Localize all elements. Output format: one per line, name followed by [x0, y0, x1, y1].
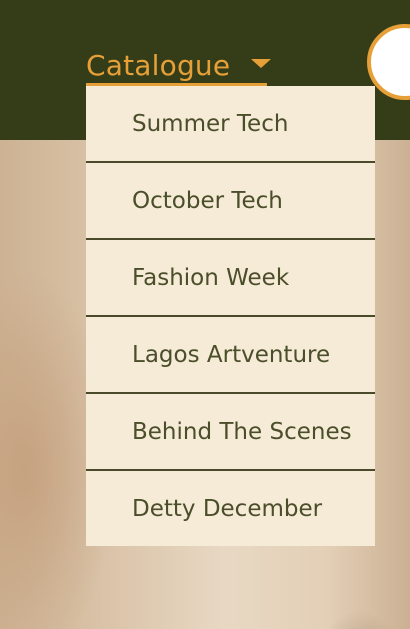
dropdown-item-detty-december[interactable]: Detty December — [86, 471, 375, 546]
catalogue-nav-label: Catalogue — [86, 49, 231, 82]
catalogue-dropdown-menu: Summer Tech October Tech Fashion Week La… — [86, 86, 375, 546]
dropdown-item-october-tech[interactable]: October Tech — [86, 163, 375, 240]
dropdown-item-behind-the-scenes[interactable]: Behind The Scenes — [86, 394, 375, 471]
dropdown-item-summer-tech[interactable]: Summer Tech — [86, 86, 375, 163]
page: Catalogue Summer Tech October Tech Fashi… — [0, 0, 410, 629]
catalogue-nav-link[interactable]: Catalogue — [86, 49, 272, 83]
dropdown-item-lagos-artventure[interactable]: Lagos Artventure — [86, 317, 375, 394]
caret-down-icon — [251, 58, 272, 68]
dropdown-item-fashion-week[interactable]: Fashion Week — [86, 240, 375, 317]
